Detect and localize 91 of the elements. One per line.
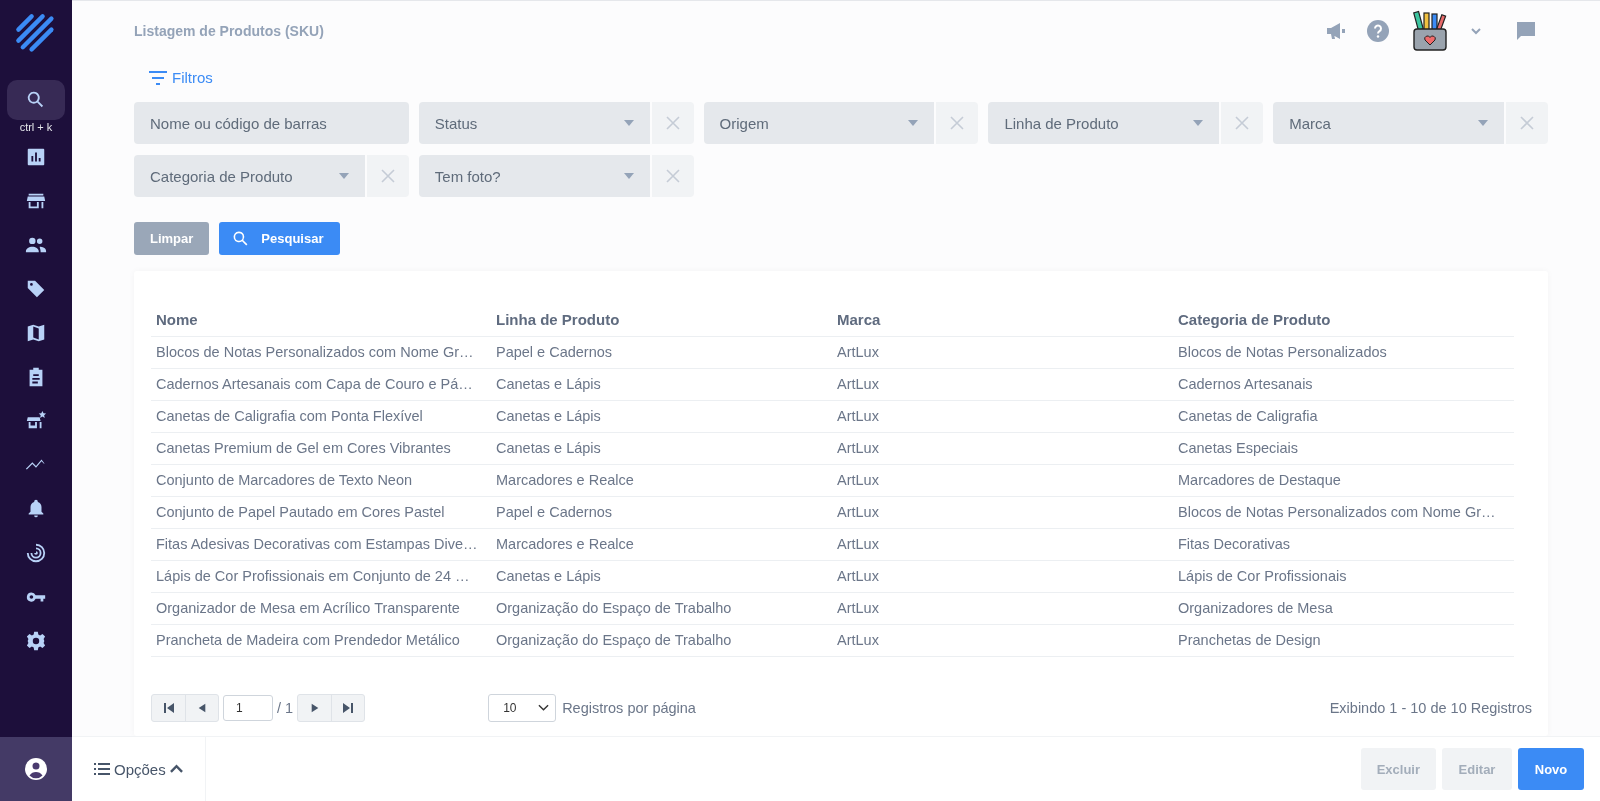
clear-filters-button[interactable]: Limpar	[134, 222, 210, 255]
column-header: Nome	[155, 310, 199, 330]
table-cell-text: Canetas de Caligrafia	[1177, 407, 1319, 426]
shortcut-hint: ctrl + k	[19, 121, 53, 133]
table-cell-text: Canetas Especiais	[1177, 439, 1300, 458]
caret-icon	[1193, 120, 1204, 126]
page-size-label: Registros por página	[562, 700, 696, 716]
close-icon	[950, 116, 965, 130]
select-field[interactable]: Categoria de Produto	[134, 155, 365, 197]
close-icon	[380, 169, 395, 183]
table-cell-text: Marcadores e Realce	[495, 535, 635, 554]
map-icon	[25, 322, 47, 344]
chart-icon	[25, 146, 47, 168]
chevron-up-icon	[169, 764, 183, 774]
select-field[interactable]: Origem	[703, 102, 935, 144]
previous-icon	[197, 703, 207, 713]
first-page-icon	[162, 702, 175, 714]
table-cell-text: Canetas e Lápis	[495, 439, 602, 458]
select-field[interactable]: Status	[418, 102, 650, 144]
help-icon[interactable]	[1366, 19, 1390, 43]
caret-icon	[338, 173, 349, 179]
footer-button[interactable]: Novo	[1518, 748, 1584, 790]
table-cell-text: ArtLux	[836, 375, 880, 394]
table-cell-text: Cadernos Artesanais	[1177, 375, 1314, 394]
table-cell-text: Pranchetas de Design	[1177, 631, 1322, 650]
next-icon	[309, 703, 320, 713]
column-header: Marca	[836, 310, 882, 330]
table-cell-text: Papel e Cadernos	[495, 503, 614, 522]
table-cell-text: Marcadores de Destaque	[1177, 471, 1342, 490]
list-icon	[94, 762, 110, 776]
chevron-down-icon	[538, 704, 550, 712]
caret-icon	[623, 120, 634, 126]
select-field[interactable]: Linha de Produto	[988, 102, 1220, 144]
table-cell-text: Fitas Adesivas Decorativas com Estampas Dive…	[155, 535, 479, 554]
table-cell-text: Cadernos Artesanais com Capa de Couro e Pá…	[155, 375, 474, 394]
table-cell-text: ArtLux	[836, 631, 880, 650]
caret-icon	[908, 120, 919, 126]
tag-icon	[25, 278, 47, 300]
profile-button[interactable]	[0, 737, 72, 801]
caret-icon	[1478, 120, 1488, 126]
table-cell-text: Blocos de Notas Personalizados	[1177, 343, 1388, 362]
table-cell-text: Lápis de Cor Profissionais	[1177, 567, 1348, 586]
table-cell-text: Organizador de Mesa em Acrílico Transparente	[155, 599, 461, 618]
table-cell-text: ArtLux	[836, 439, 880, 458]
table-cell-text: Fitas Decorativas	[1177, 535, 1291, 554]
table-cell-text: Marcadores e Realce	[495, 471, 635, 490]
page-total: / 1	[277, 700, 294, 716]
target-icon	[25, 542, 47, 564]
table-cell-text: Organizadores de Mesa	[1177, 599, 1334, 618]
table-cell-text: Canetas e Lápis	[495, 567, 602, 586]
caret-icon	[623, 173, 634, 179]
table-cell-text: ArtLux	[836, 471, 880, 490]
table-cell-text: Canetas Premium de Gel em Cores Vibrantes	[155, 439, 452, 458]
search-field[interactable]: Nome ou código de barras	[134, 102, 409, 144]
user-icon	[24, 757, 48, 781]
table-cell-text: ArtLux	[836, 343, 880, 362]
column-header: Linha de Produto	[495, 310, 621, 330]
table-cell-text: Lápis de Cor Profissionais em Conjunto de 24 …	[155, 567, 471, 586]
table-cell-text: ArtLux	[836, 407, 880, 426]
table-cell-text: Organização do Espaço de Trabalho	[495, 599, 733, 618]
table-cell-text: ArtLux	[836, 535, 880, 554]
gear-icon	[25, 630, 47, 652]
table-cell-text: ArtLux	[836, 599, 880, 618]
table-cell-text: ArtLux	[836, 567, 880, 586]
sidebar-item[interactable]	[7, 80, 65, 120]
page-size-select[interactable]: 10	[488, 694, 557, 722]
close-icon	[665, 169, 680, 183]
search-button[interactable]: Pesquisar	[219, 222, 340, 255]
records-summary: Exibindo 1 - 10 de 10 Registros	[1329, 700, 1532, 716]
table-cell-text: ArtLux	[836, 503, 880, 522]
close-icon	[665, 116, 680, 130]
table-cell-text: Prancheta de Madeira com Prendedor Metálico	[155, 631, 461, 650]
table-cell-text: Canetas de Caligrafia com Ponta Flexível	[155, 407, 424, 426]
table-cell-text: Blocos de Notas Personalizados com Nome Gr…	[155, 343, 475, 362]
select-field[interactable]: Marca	[1273, 102, 1504, 144]
filter-icon	[148, 69, 168, 86]
last-page-icon	[342, 702, 355, 714]
page-input[interactable]: 1	[223, 695, 273, 721]
filters-toggle[interactable]: Filtros	[148, 69, 213, 86]
table-cell-text: Blocos de Notas Personalizados com Nome Gr…	[1177, 503, 1497, 522]
table-cell-text: Conjunto de Marcadores de Texto Neon	[155, 471, 414, 490]
column-header: Categoria de Produto	[1177, 310, 1332, 330]
table-cell-text: Canetas e Lápis	[495, 407, 602, 426]
table-cell-text: Canetas e Lápis	[495, 375, 602, 394]
select-field[interactable]: Tem foto?	[418, 155, 650, 197]
table-cell-text: Organização do Espaço de Trabalho	[495, 631, 733, 650]
close-icon	[1235, 116, 1250, 130]
close-icon	[1520, 116, 1534, 130]
page-title: Listagem de Produtos (SKU)	[134, 23, 324, 39]
table-cell-text: Conjunto de Papel Pautado em Cores Pastel	[155, 503, 446, 522]
table-cell-text: Papel e Cadernos	[495, 343, 614, 362]
